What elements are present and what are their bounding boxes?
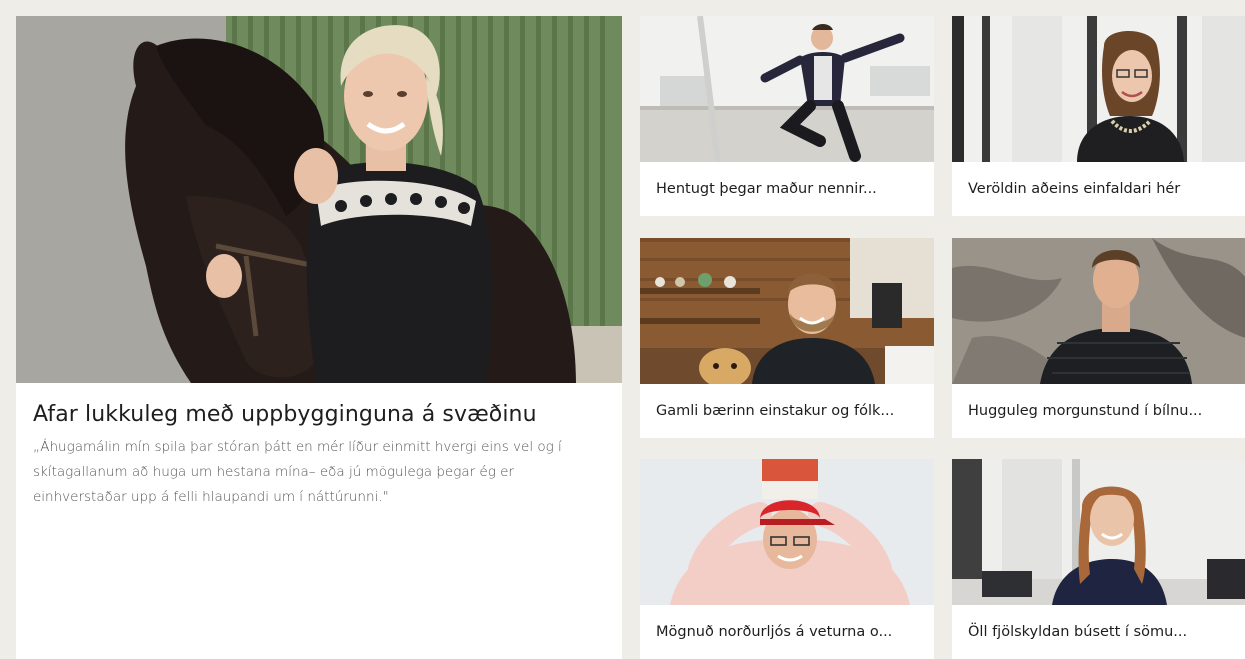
article-card-4-photo	[952, 238, 1245, 384]
article-card-5-title: Mögnuð norðurljós á veturna o...	[656, 624, 893, 640]
featured-article-quote: „Áhugamálin mín spila þar stóran þátt en…	[33, 439, 562, 505]
article-card-5-photo	[640, 459, 934, 605]
article-card-4[interactable]: Hugguleg morgunstund í bílnu...	[952, 238, 1245, 438]
featured-article-card[interactable]: Afar lukkuleg með uppbygginguna á svæðin…	[16, 16, 622, 659]
article-card-3-photo	[640, 238, 934, 384]
article-card-1-title: Hentugt þegar maður nennir...	[656, 181, 877, 197]
featured-article-title[interactable]: Afar lukkuleg með uppbygginguna á svæðin…	[33, 401, 605, 429]
article-card-1-photo	[640, 16, 934, 162]
article-card-3-title: Gamli bærinn einstakur og fólk...	[656, 403, 895, 419]
article-card-2-photo	[952, 16, 1245, 162]
article-card-1[interactable]: Hentugt þegar maður nennir...	[640, 16, 934, 216]
article-card-2-title: Veröldin aðeins einfaldari hér	[968, 181, 1181, 197]
article-card-2[interactable]: Veröldin aðeins einfaldari hér	[952, 16, 1245, 216]
featured-article-photo	[16, 16, 622, 383]
article-card-4-title: Hugguleg morgunstund í bílnu...	[968, 403, 1203, 419]
article-card-6-photo	[952, 459, 1245, 605]
article-card-5[interactable]: Mögnuð norðurljós á veturna o...	[640, 459, 934, 659]
article-card-6-title: Öll fjölskyldan búsett í sömu...	[968, 624, 1188, 640]
article-card-6[interactable]: Öll fjölskyldan búsett í sömu...	[952, 459, 1245, 659]
article-card-3[interactable]: Gamli bærinn einstakur og fólk...	[640, 238, 934, 438]
